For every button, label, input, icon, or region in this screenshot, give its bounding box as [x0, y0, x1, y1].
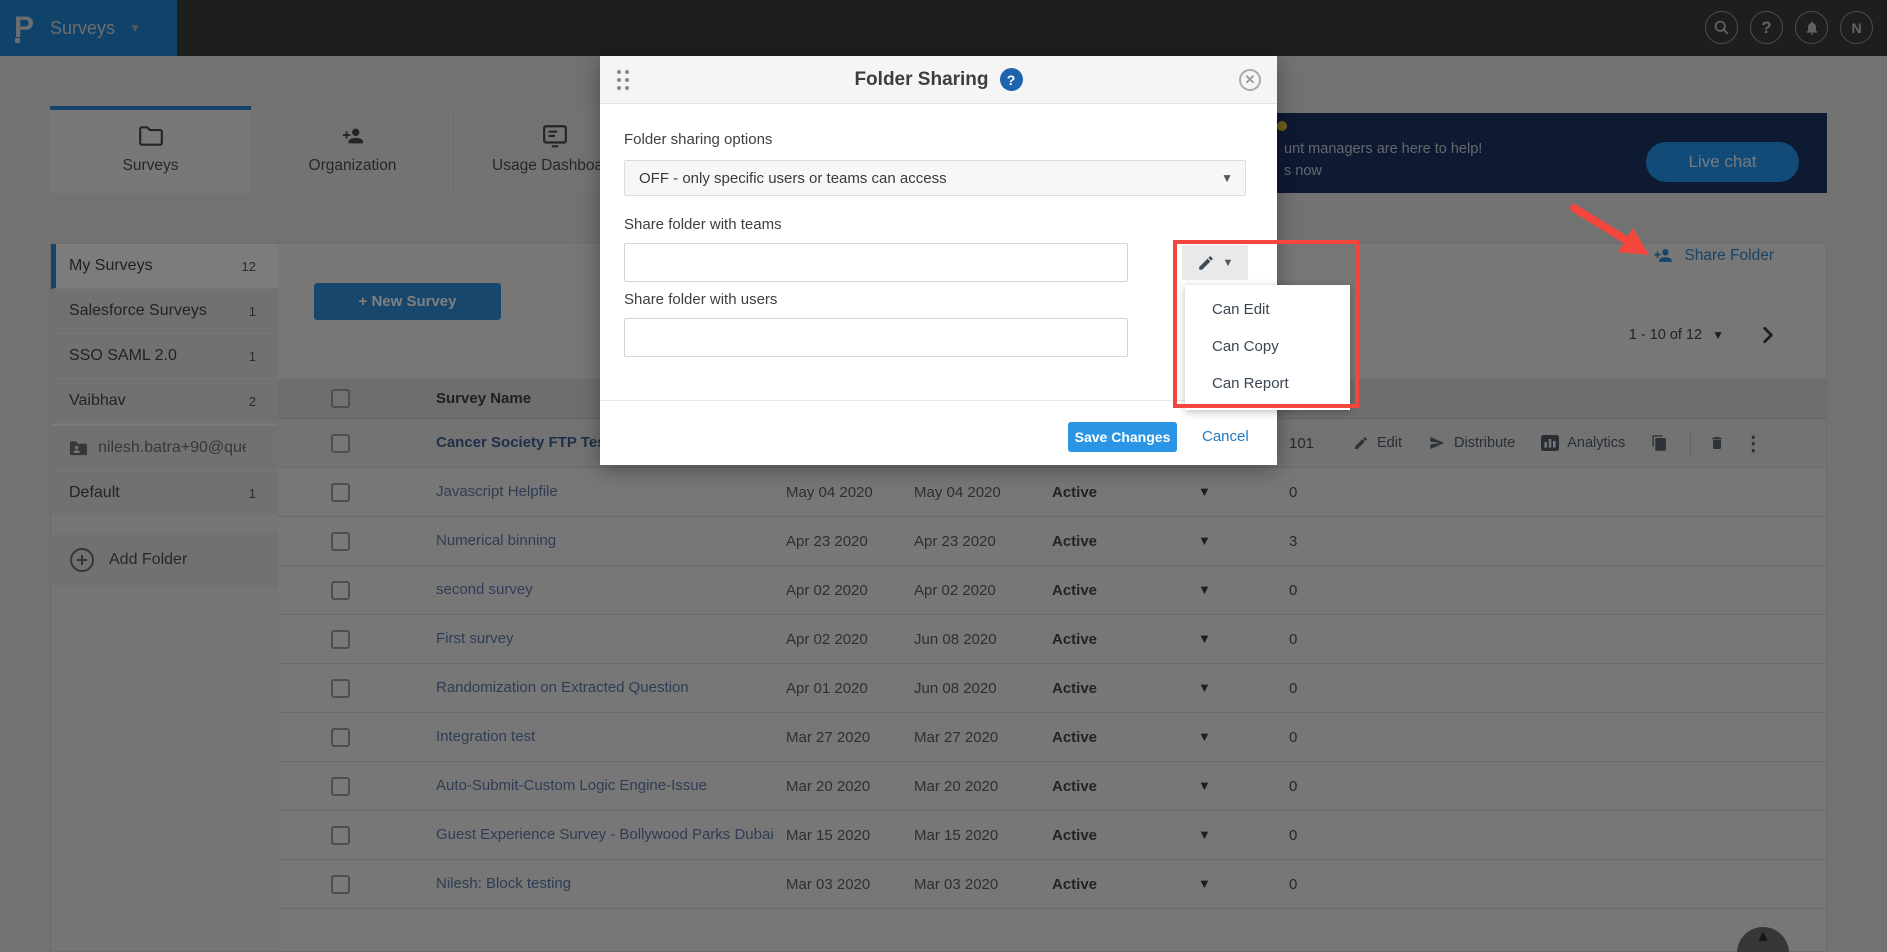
users-input[interactable]: [624, 318, 1128, 357]
modal-title: Folder Sharing: [854, 69, 988, 91]
sharing-options-value: OFF - only specific users or teams can a…: [639, 170, 947, 187]
share-users-label: Share folder with users: [624, 291, 777, 308]
modal-body: Folder sharing options OFF - only specif…: [600, 104, 1277, 465]
select-caret-icon: ▼: [1221, 171, 1233, 185]
folder-sharing-modal: Folder Sharing ? ✕ Folder sharing option…: [600, 56, 1277, 465]
sharing-options-select[interactable]: OFF - only specific users or teams can a…: [624, 160, 1246, 196]
menu-item-can-edit[interactable]: Can Edit: [1185, 291, 1350, 328]
close-icon[interactable]: ✕: [1239, 69, 1261, 91]
permission-menu: Can EditCan CopyCan Report: [1185, 285, 1350, 410]
chevron-down-icon: ▼: [1223, 257, 1234, 269]
pencil-icon: [1197, 254, 1215, 272]
sharing-options-label: Folder sharing options: [624, 131, 772, 148]
menu-item-can-report[interactable]: Can Report: [1185, 365, 1350, 402]
footer-divider: [600, 400, 1277, 401]
modal-help-icon[interactable]: ?: [1000, 68, 1023, 91]
permission-dropdown-button[interactable]: ▼: [1182, 245, 1248, 280]
modal-header: Folder Sharing ? ✕: [600, 56, 1277, 104]
save-changes-button[interactable]: Save Changes: [1068, 422, 1177, 452]
menu-item-can-copy[interactable]: Can Copy: [1185, 328, 1350, 365]
teams-input[interactable]: [624, 243, 1128, 282]
cancel-button[interactable]: Cancel: [1202, 428, 1249, 445]
drag-handle-icon[interactable]: [617, 70, 629, 90]
share-teams-label: Share folder with teams: [624, 216, 782, 233]
